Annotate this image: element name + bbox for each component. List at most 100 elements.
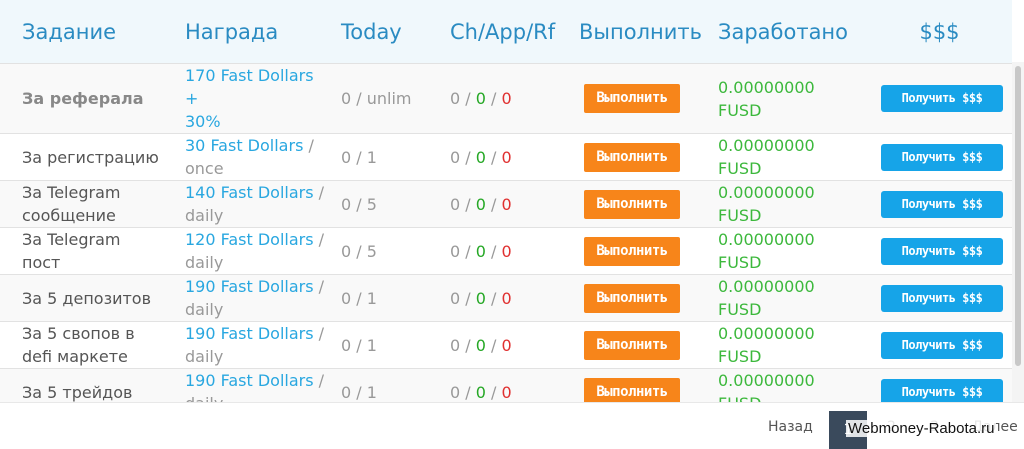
execute-button[interactable]: Выполнить: [584, 84, 680, 113]
stat-rf: 0: [501, 335, 512, 355]
earned-unit: FUSD: [718, 394, 761, 402]
header-dollars: $$$: [867, 0, 1012, 64]
pagination-back-link[interactable]: Назад: [768, 419, 813, 435]
reward-period: daily: [185, 253, 224, 272]
table-row: За регистрацию 30 Fast Dollars / once 0 / …: [0, 133, 1012, 181]
reward-period: 30%: [185, 112, 221, 131]
table-row: За реферала 170 Fast Dollars + 30% 0 / unli…: [0, 63, 1012, 134]
earned-value: 0.00000000: [718, 230, 815, 249]
execute-button[interactable]: Выполнить: [584, 283, 680, 313]
execute-button[interactable]: Выполнить: [584, 142, 680, 172]
reward-cell: 30 Fast Dollars / once: [163, 133, 331, 181]
task-name: За 5 трейдов: [0, 368, 163, 402]
reward-cell: 170 Fast Dollars + 30%: [163, 63, 331, 134]
task-name: За Telegram сообщение: [0, 180, 163, 228]
reward-amount-link[interactable]: 140 Fast Dollars: [185, 183, 314, 202]
stat-rf: 0: [501, 147, 512, 167]
tasks-table: Задание Награда Today Ch/App/Rf Выполнит…: [0, 0, 1012, 402]
reward-period: once: [185, 159, 224, 178]
stat-app: 0: [475, 194, 486, 214]
today-count: 0 / 1: [331, 368, 440, 402]
task-name: За 5 депозитов: [0, 274, 163, 322]
execute-cell: Выполнить: [566, 227, 716, 275]
execute-button[interactable]: Выполнить: [584, 236, 680, 266]
earned-cell: 0.00000000 FUSD: [716, 227, 867, 275]
reward-amount-link[interactable]: 170 Fast Dollars +: [185, 66, 314, 108]
scrollbar-thumb[interactable]: [1015, 66, 1021, 366]
reward-cell: 190 Fast Dollars / daily: [163, 321, 331, 369]
earned-unit: FUSD: [718, 347, 762, 366]
execute-cell: Выполнить: [566, 368, 716, 402]
reward-cell: 140 Fast Dollars / daily: [163, 180, 331, 228]
stat-app: 0: [475, 288, 486, 308]
earned-cell: 0.00000000 FUSD: [716, 180, 867, 228]
today-count: 0 / 5: [331, 227, 440, 275]
header-reward: Награда: [163, 0, 331, 64]
get-cell: Получить $$$: [867, 321, 1012, 369]
watermark-text: Webmoney-Rabota.ru: [846, 420, 997, 437]
earned-unit: FUSD: [718, 300, 762, 319]
execute-cell: Выполнить: [566, 63, 716, 134]
today-count: 0 / unlim: [331, 63, 440, 134]
get-cell: Получить $$$: [867, 180, 1012, 228]
today-count: 0 / 1: [331, 133, 440, 181]
get-cell: Получить $$$: [867, 274, 1012, 322]
reward-cell: 190 Fast Dollars / daily: [163, 274, 331, 322]
reward-amount-link[interactable]: 190 Fast Dollars: [185, 277, 314, 296]
tasks-table-container: Задание Награда Today Ch/App/Rf Выполнит…: [0, 0, 1012, 402]
stat-ch: 0: [450, 288, 461, 308]
reward-amount-link[interactable]: 30 Fast Dollars: [185, 136, 303, 155]
get-dollars-button[interactable]: Получить $$$: [881, 284, 1003, 312]
earned-value: 0.00000000: [718, 183, 815, 202]
earned-unit: FUSD: [718, 100, 762, 120]
vertical-scrollbar[interactable]: [1012, 62, 1024, 402]
reward-period: daily: [185, 206, 224, 225]
task-name: За реферала: [0, 63, 163, 134]
header-today: Today: [331, 0, 440, 64]
today-count: 0 / 5: [331, 180, 440, 228]
execute-button[interactable]: Выполнить: [584, 189, 680, 219]
earned-unit: FUSD: [718, 159, 762, 178]
reward-amount-link[interactable]: 190 Fast Dollars: [185, 324, 314, 343]
stat-rf: 0: [501, 382, 512, 402]
earned-cell: 0.00000000 FUSD: [716, 133, 867, 181]
today-count: 0 / 1: [331, 321, 440, 369]
table-row: За Telegram сообщение 140 Fast Dollars / …: [0, 180, 1012, 228]
stat-rf: 0: [501, 241, 512, 261]
get-dollars-button[interactable]: Получить $$$: [881, 85, 1003, 112]
earned-value: 0.00000000: [718, 277, 815, 296]
get-dollars-button[interactable]: Получить $$$: [881, 143, 1003, 171]
reward-amount-link[interactable]: 190 Fast Dollars: [185, 371, 314, 390]
stat-ch: 0: [450, 194, 461, 214]
execute-button[interactable]: Выполнить: [584, 330, 680, 360]
earned-cell: 0.00000000 FUSD: [716, 274, 867, 322]
reward-amount-link[interactable]: 120 Fast Dollars: [185, 230, 314, 249]
stat-app: 0: [475, 147, 486, 167]
ch-app-rf-stats: 0 / 0 / 0: [440, 227, 566, 275]
reward-cell: 120 Fast Dollars / daily: [163, 227, 331, 275]
task-name: За Telegram пост: [0, 227, 163, 275]
get-dollars-button[interactable]: Получить $$$: [881, 237, 1003, 265]
stat-ch: 0: [450, 382, 461, 402]
get-dollars-button[interactable]: Получить $$$: [881, 190, 1003, 218]
earned-cell: 0.00000000 FUSD: [716, 321, 867, 369]
stat-rf: 0: [501, 89, 512, 108]
ch-app-rf-stats: 0 / 0 / 0: [440, 321, 566, 369]
earned-value: 0.00000000: [718, 77, 815, 97]
get-dollars-button[interactable]: Получить $$$: [881, 331, 1003, 359]
task-name: За регистрацию: [0, 133, 163, 181]
execute-button[interactable]: Выполнить: [584, 377, 680, 402]
header-task: Задание: [0, 0, 163, 64]
reward-period: daily: [185, 347, 224, 366]
earned-unit: FUSD: [718, 206, 762, 225]
earned-cell: 0.00000000 FUSD: [716, 63, 867, 134]
header-execute: Выполнить: [566, 0, 716, 64]
header-earned: Заработано: [716, 0, 867, 64]
ch-app-rf-stats: 0 / 0 / 0: [440, 133, 566, 181]
execute-cell: Выполнить: [566, 321, 716, 369]
table-row: За Telegram пост 120 Fast Dollars / daily…: [0, 227, 1012, 275]
reward-period: daily: [185, 394, 223, 402]
execute-cell: Выполнить: [566, 274, 716, 322]
table-row: За 5 депозитов 190 Fast Dollars / daily 0 …: [0, 274, 1012, 322]
get-dollars-button[interactable]: Получить $$$: [881, 378, 1003, 402]
